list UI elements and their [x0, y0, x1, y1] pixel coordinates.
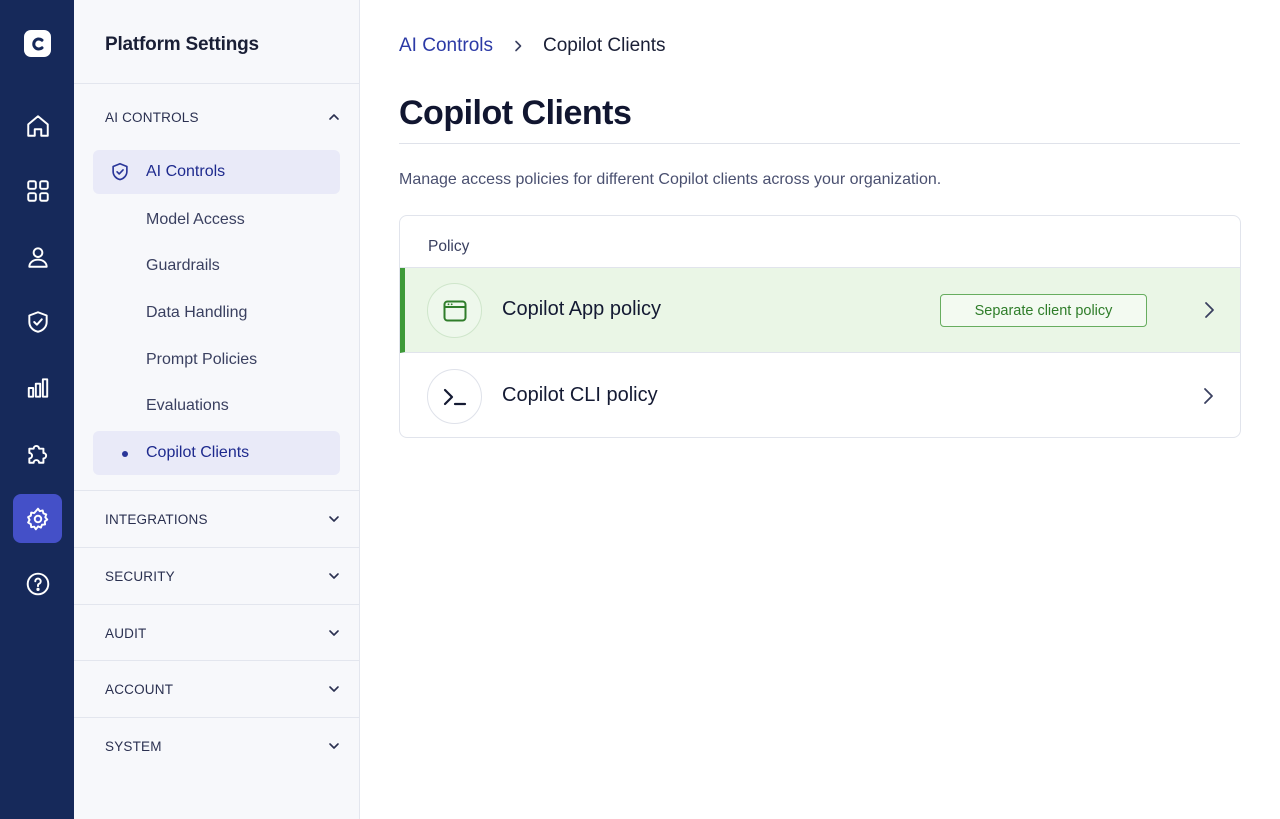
rail-settings-button[interactable]	[13, 494, 62, 543]
gear-icon	[26, 507, 48, 530]
chevron-right-icon	[1204, 388, 1213, 404]
section-label: ACCOUNT	[105, 681, 174, 697]
section-system[interactable]: SYSTEM	[105, 736, 341, 756]
sidebar-item-prompt-policies[interactable]: Prompt Policies	[93, 338, 340, 382]
page-description: Manage access policies for different Cop…	[399, 171, 942, 188]
help-icon	[26, 572, 49, 595]
breadcrumb-link-ai-controls[interactable]: AI Controls	[399, 35, 493, 57]
chevron-down-icon	[329, 630, 339, 636]
rail-analytics-button[interactable]	[13, 363, 62, 412]
main-content: AI Controls Copilot Clients Copilot Clie…	[360, 0, 1280, 819]
chevron-right-icon	[1205, 302, 1214, 318]
sidebar-divider	[74, 604, 359, 605]
sidebar-item-data-handling[interactable]: Data Handling	[93, 291, 340, 335]
section-label: INTEGRATIONS	[105, 511, 208, 527]
breadcrumb-current: Copilot Clients	[542, 35, 666, 56]
bar-chart-icon	[27, 377, 48, 398]
policy-row-copilot-cli[interactable]: Copilot CLI policy	[400, 354, 1240, 437]
app-logo-icon[interactable]	[24, 30, 51, 57]
rail-help-button[interactable]	[13, 559, 62, 608]
sidebar-item-label: AI Controls	[146, 163, 226, 180]
sidebar-item-ai-controls[interactable]: AI Controls	[93, 150, 340, 194]
sidebar-item-label: Data Handling	[146, 304, 248, 321]
sidebar-divider	[74, 547, 359, 548]
grid-icon	[26, 179, 49, 202]
chevron-up-icon	[329, 114, 339, 120]
sidebar-item-label: Copilot Clients	[146, 444, 250, 461]
sidebar-divider	[74, 490, 359, 491]
rail-security-button[interactable]	[13, 297, 62, 346]
shield-icon	[27, 310, 48, 333]
sidebar-item-label: Evaluations	[146, 397, 229, 414]
sidebar-item-label: Prompt Policies	[146, 351, 258, 368]
settings-sidebar: Platform Settings AI CONTROLS AI Control…	[74, 0, 360, 819]
section-label: SYSTEM	[105, 738, 162, 754]
policy-table: Policy Copilot App policy Separate clien…	[399, 215, 1241, 438]
terminal-icon	[427, 369, 482, 424]
page-title: Copilot Clients	[399, 94, 632, 132]
home-icon	[26, 114, 49, 137]
section-account[interactable]: ACCOUNT	[105, 679, 341, 699]
policy-row-copilot-app[interactable]: Copilot App policy Separate client polic…	[400, 268, 1240, 353]
section-integrations[interactable]: INTEGRATIONS	[105, 509, 341, 529]
title-divider	[399, 143, 1240, 144]
chevron-down-icon	[329, 573, 339, 579]
policy-table-header: Policy	[400, 216, 1240, 268]
app-window-icon	[427, 283, 482, 338]
sidebar-item-model-access[interactable]: Model Access	[93, 198, 340, 242]
rail-dashboard-button[interactable]	[13, 166, 62, 215]
section-label: AUDIT	[105, 625, 147, 641]
sidebar-item-copilot-clients[interactable]: Copilot Clients	[93, 431, 340, 475]
breadcrumb: AI Controls Copilot Clients	[399, 35, 665, 57]
policy-name: Copilot CLI policy	[502, 384, 658, 406]
sidebar-item-guardrails[interactable]: Guardrails	[93, 244, 340, 288]
chevron-down-icon	[329, 686, 339, 692]
chevron-down-icon	[329, 743, 339, 749]
shield-check-icon	[112, 162, 128, 181]
sidebar-divider	[74, 660, 359, 661]
chevron-down-icon	[329, 516, 339, 522]
sidebar-divider	[74, 83, 359, 84]
user-icon	[27, 246, 48, 268]
section-label: SECURITY	[105, 568, 175, 584]
puzzle-icon	[27, 444, 47, 464]
sidebar-item-label: Guardrails	[146, 257, 220, 274]
section-audit[interactable]: AUDIT	[105, 623, 341, 643]
selected-bullet-icon	[122, 451, 128, 457]
rail-extensions-button[interactable]	[13, 428, 62, 477]
column-header-policy: Policy	[428, 238, 470, 255]
rail-home-button[interactable]	[13, 101, 62, 150]
section-ai-controls[interactable]: AI CONTROLS	[105, 107, 341, 127]
policy-name: Copilot App policy	[502, 298, 661, 320]
section-label: AI CONTROLS	[105, 109, 199, 125]
section-security[interactable]: SECURITY	[105, 566, 341, 586]
policy-badge: Separate client policy	[940, 294, 1147, 327]
sidebar-item-evaluations[interactable]: Evaluations	[93, 384, 340, 428]
rail-users-button[interactable]	[13, 232, 62, 281]
sidebar-divider	[74, 717, 359, 718]
sidebar-item-label: Model Access	[146, 211, 245, 228]
chevron-right-icon	[515, 40, 522, 52]
app-rail	[0, 0, 74, 819]
sidebar-title: Platform Settings	[105, 34, 259, 55]
